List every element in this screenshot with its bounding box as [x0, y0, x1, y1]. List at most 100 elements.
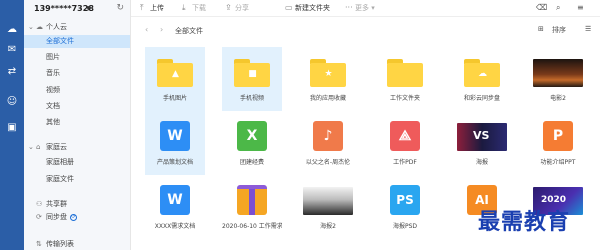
sidebar-item-transfer-list[interactable]: ⇅ 传输列表	[28, 239, 74, 249]
image-thumbnail	[533, 59, 583, 87]
new-folder-label: 新建文件夹	[295, 4, 330, 12]
cloud-icon[interactable]: ☁	[6, 24, 18, 36]
file-tile[interactable]: ★ 我的应用收藏	[298, 47, 358, 111]
file-tile[interactable]: PS 海报PSD	[375, 175, 435, 239]
file-name: 电影2	[550, 95, 566, 102]
file-tile[interactable]: VS 海报	[452, 111, 512, 175]
file-tile[interactable]: ⟁ 工作PDF	[375, 111, 435, 175]
breadcrumb-bar: ‹ › 全部文件 ⊞ 排序 ☰	[131, 20, 600, 40]
upload-label: 上传	[150, 4, 164, 12]
document-icon: X	[237, 121, 267, 151]
file-tile[interactable]: X 团建经费	[222, 111, 282, 175]
image-thumbnail	[303, 187, 353, 215]
folder-icon: ★	[310, 59, 346, 87]
download-icon: ⤓	[182, 3, 186, 12]
search-icon[interactable]: ⌕	[556, 3, 560, 13]
file-tile[interactable]: ♪ 以父之名-周杰伦	[298, 111, 358, 175]
file-tile[interactable]: ■ 手机视频	[222, 47, 282, 111]
file-name: 和彩云同步盘	[463, 95, 500, 102]
refresh-icon[interactable]: ↻	[116, 3, 124, 13]
transfer-list-label: 传输列表	[46, 240, 74, 248]
sidebar-item-family-album[interactable]: 家庭相册	[24, 156, 130, 169]
file-name: XXXX需求文档	[154, 223, 196, 230]
sidebar-item-sync-disk[interactable]: ⟳ 同步盘 ⟳	[28, 212, 77, 222]
upload-icon: ⤒	[140, 3, 144, 12]
more-label: 更多	[355, 4, 369, 12]
more-icon: ···	[345, 3, 353, 12]
info-badge-icon: ⟳	[70, 213, 77, 221]
note-icon[interactable]: ▣	[6, 122, 18, 134]
file-name: 团建经费	[239, 159, 264, 166]
home-icon: ⌂	[36, 143, 41, 151]
file-name: 手机图片	[162, 95, 187, 102]
sidebar-item-images[interactable]: 图片	[24, 51, 130, 64]
file-name: 2020-06-10 工作需求	[222, 223, 282, 230]
section-family-cloud[interactable]: ⌄ ⌂ 家庭云	[28, 142, 67, 152]
file-name: 功能介绍PPT	[540, 159, 576, 166]
file-tile[interactable]: ▲ 手机图片	[145, 47, 205, 111]
file-tile[interactable]: 2020-06-10 工作需求	[222, 175, 282, 239]
folder-icon: ■	[234, 59, 270, 87]
sort-button[interactable]: 排序	[552, 25, 566, 35]
file-tile[interactable]: 电影2	[528, 47, 588, 111]
file-name: 海报PSD	[392, 223, 418, 230]
image-thumbnail: VS	[457, 123, 507, 151]
folder-icon: ☁	[464, 59, 500, 87]
sidebar-item-family-files[interactable]: 家庭文件	[24, 173, 130, 186]
forward-icon[interactable]: ›	[160, 25, 163, 34]
sidebar-item-music[interactable]: 音乐	[24, 67, 130, 80]
share-icon: ⇪	[225, 3, 232, 12]
app-rail: ☁ ✉ ⇄ ☺ ▣	[0, 0, 24, 250]
list-view-icon[interactable]: ☰	[585, 25, 591, 33]
transfer-icon[interactable]: ⇄	[6, 66, 18, 78]
grid-view-icon[interactable]: ⊞	[538, 25, 544, 33]
thumbnail-badge: VS	[473, 129, 490, 142]
download-button[interactable]: ⤓ 下载	[182, 3, 206, 13]
file-tile[interactable]: 工作文件夹	[375, 47, 435, 111]
file-name: 工作文件夹	[389, 95, 420, 102]
folder-icon	[387, 59, 423, 87]
chevron-down-icon: ⌄	[28, 143, 34, 151]
transfer-list-icon: ⇅	[36, 240, 42, 248]
file-name: 工作PDF	[393, 159, 417, 166]
share-button[interactable]: ⇪ 分享	[225, 3, 249, 13]
new-folder-icon: ▭	[285, 3, 293, 12]
file-tile[interactable]: W 产品策划文档	[145, 111, 205, 175]
sidebar-item-other[interactable]: 其他	[24, 116, 130, 129]
file-name: 产品策划文档	[156, 159, 193, 166]
sidebar-item-all-files[interactable]: 全部文件	[24, 35, 130, 48]
upload-button[interactable]: ⤒ 上传	[140, 3, 164, 13]
document-icon: PS	[390, 185, 420, 215]
mail-icon[interactable]: ✉	[6, 44, 18, 56]
file-tile[interactable]: P 功能介绍PPT	[528, 111, 588, 175]
download-label: 下载	[192, 4, 206, 12]
contacts-icon[interactable]: ☺	[6, 96, 18, 108]
archive-icon	[237, 185, 267, 215]
file-name: 海报2	[320, 223, 336, 230]
sidebar-item-docs[interactable]: 文档	[24, 100, 130, 113]
trash-icon[interactable]: ⌫	[536, 3, 547, 12]
document-icon: W	[160, 185, 190, 215]
file-tile[interactable]: ☁ 和彩云同步盘	[452, 47, 512, 111]
watermark: 最需教育	[478, 209, 571, 235]
chevron-down-icon: ⌄	[28, 23, 34, 31]
more-button[interactable]: ··· 更多 ▾	[345, 3, 375, 13]
file-tile[interactable]: 海报2	[298, 175, 358, 239]
section-label: 家庭云	[46, 143, 67, 151]
account-name[interactable]: 139*****7328	[34, 4, 94, 13]
folder-icon: ▲	[157, 59, 193, 87]
sidebar-item-video[interactable]: 视频	[24, 84, 130, 97]
section-personal-cloud[interactable]: ⌄ ☁ 个人云	[28, 22, 67, 32]
sidebar: 139*****7328 ▼ ↻ ⌄ ☁ 个人云 全部文件 图片 音乐 视频 文档 …	[24, 0, 131, 250]
breadcrumb[interactable]: 全部文件	[175, 26, 203, 36]
menu-icon[interactable]: ≡	[577, 3, 584, 12]
file-tile[interactable]: W XXXX需求文档	[145, 175, 205, 239]
sidebar-item-share-group[interactable]: ⚇ 共享群	[28, 199, 67, 209]
document-icon: ⟁	[390, 121, 420, 151]
document-icon: P	[543, 121, 573, 151]
chevron-down-icon[interactable]: ▼	[86, 5, 91, 12]
new-folder-button[interactable]: ▭ 新建文件夹	[285, 3, 330, 13]
file-name: 我的应用收藏	[309, 95, 346, 102]
back-icon[interactable]: ‹	[145, 25, 148, 34]
document-icon: W	[160, 121, 190, 151]
